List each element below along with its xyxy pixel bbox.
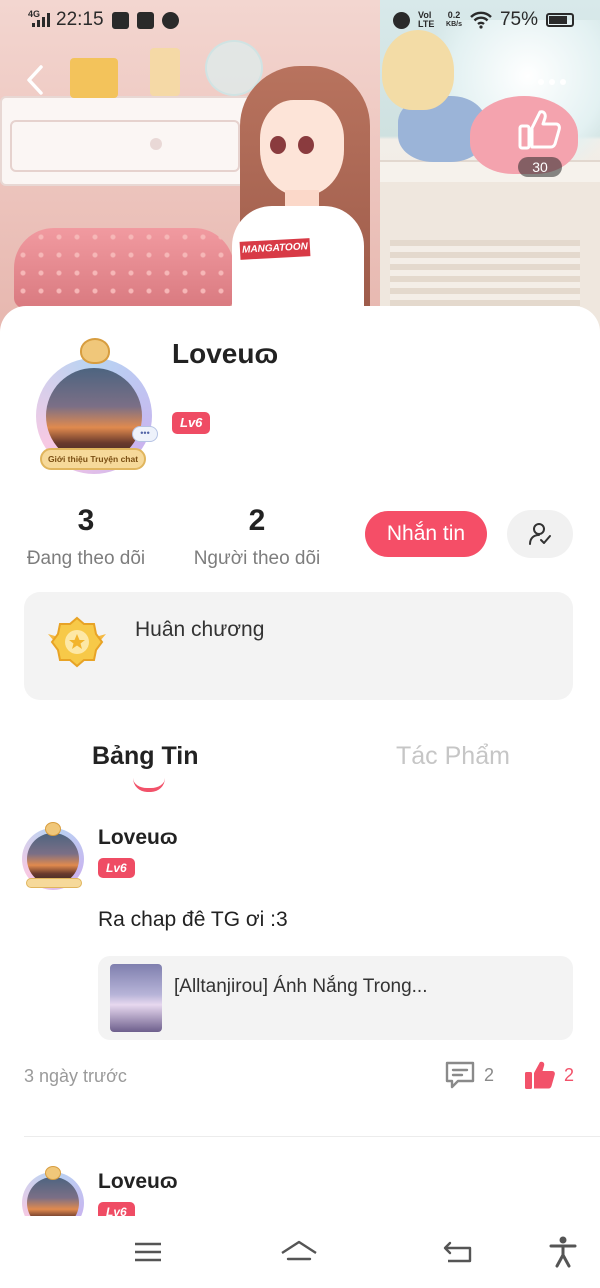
followers-label: Người theo dõi bbox=[193, 548, 321, 569]
comment-button[interactable]: 2 bbox=[444, 1060, 494, 1090]
wifi-icon bbox=[470, 11, 492, 29]
message-button[interactable]: Nhắn tin bbox=[365, 511, 487, 557]
cover-girl-eye bbox=[298, 136, 314, 154]
network-speed: 0.2 bbox=[447, 10, 461, 20]
post-timestamp: 3 ngày trước bbox=[24, 1066, 127, 1086]
level-badge: Lv6 bbox=[172, 412, 211, 434]
comment-icon bbox=[445, 1061, 475, 1089]
post-actions: 2 2 bbox=[444, 1060, 574, 1090]
cover-bear-head bbox=[382, 30, 454, 110]
post-author[interactable]: Loveuɷ bbox=[98, 1170, 178, 1194]
more-options-button[interactable] bbox=[530, 72, 574, 92]
battery-level: 75% bbox=[499, 9, 538, 30]
bear-icon bbox=[45, 1166, 61, 1180]
level-badge: Lv6 bbox=[98, 858, 135, 878]
status-time: 22:15 bbox=[56, 9, 104, 30]
cover-shirt-text: MANGATOON bbox=[239, 238, 311, 260]
profile-card: ••• Giới thiệu Truyện chat Loveuɷ Lv6 3 … bbox=[0, 306, 600, 1216]
profile-tabs: Bảng Tin Tác Phẩm bbox=[0, 734, 600, 794]
system-nav-bar bbox=[0, 1216, 600, 1288]
tab-feed[interactable]: Bảng Tin bbox=[92, 742, 198, 771]
like-button[interactable]: 2 bbox=[524, 1060, 574, 1090]
cover-gift-box bbox=[70, 58, 118, 98]
battery-icon bbox=[546, 13, 574, 27]
medal-section[interactable]: Huân chương bbox=[24, 592, 573, 700]
home-icon bbox=[281, 1240, 317, 1261]
back-arrow-icon bbox=[443, 1241, 472, 1263]
back-button[interactable] bbox=[20, 62, 50, 98]
alarm-icon bbox=[393, 11, 411, 29]
accessibility-icon bbox=[549, 1236, 577, 1268]
home-button[interactable] bbox=[277, 1232, 321, 1272]
back-nav-button[interactable] bbox=[436, 1232, 480, 1272]
cover-knob bbox=[150, 138, 162, 150]
facebook-icon bbox=[111, 11, 129, 29]
post-text: Ra chap đê TG ơi :3 bbox=[98, 908, 288, 931]
chevron-left-icon bbox=[27, 65, 43, 95]
linked-work-card[interactable]: [Alltanjirou] Ánh Nắng Trong... bbox=[98, 956, 573, 1040]
following-count: 3 bbox=[77, 504, 95, 537]
cover-stool bbox=[14, 228, 234, 308]
bear-icon bbox=[45, 822, 61, 836]
thumbs-up-icon bbox=[524, 1061, 555, 1089]
work-title: [Alltanjirou] Ánh Nắng Trong... bbox=[174, 976, 428, 997]
avatar[interactable]: ••• Giới thiệu Truyện chat bbox=[26, 336, 160, 474]
profile-like-count: 30 bbox=[518, 157, 562, 177]
comment-count: 2 bbox=[483, 1064, 494, 1085]
accessibility-button[interactable] bbox=[541, 1232, 585, 1272]
menu-icon bbox=[135, 1242, 161, 1262]
follow-status-button[interactable] bbox=[507, 510, 573, 558]
post-avatar[interactable] bbox=[20, 822, 90, 892]
active-tab-indicator bbox=[133, 778, 165, 792]
followers-stat[interactable]: 2 Người theo dõi bbox=[186, 504, 328, 570]
avatar-frame-ribbon bbox=[26, 878, 82, 888]
volte-indicator: Vol LTE bbox=[418, 10, 435, 29]
mail-icon bbox=[136, 11, 154, 29]
chat-icon bbox=[161, 11, 179, 29]
medal-badge-icon bbox=[48, 616, 106, 668]
cover-brush-cup bbox=[150, 48, 180, 96]
user-check-icon bbox=[529, 523, 551, 545]
more-dots-icon bbox=[549, 79, 555, 85]
thumbs-up-icon bbox=[518, 110, 561, 150]
post-author[interactable]: Loveuɷ bbox=[98, 826, 178, 850]
avatar-frame-caption: Giới thiệu Truyện chat bbox=[40, 448, 146, 470]
cover-girl-eye bbox=[270, 136, 286, 154]
status-bar: 4G 22:15 Vol LTE 0.2 KB/s 75% bbox=[0, 0, 600, 40]
following-label: Đang theo dõi bbox=[26, 548, 146, 569]
network-type: 4G bbox=[28, 8, 41, 19]
tab-works[interactable]: Tác Phẩm bbox=[396, 742, 510, 771]
post-divider bbox=[24, 1136, 600, 1137]
medal-label: Huân chương bbox=[135, 618, 265, 641]
cover-drawer bbox=[10, 120, 240, 172]
post-avatar[interactable] bbox=[20, 1166, 90, 1216]
following-stat[interactable]: 3 Đang theo dõi bbox=[20, 504, 152, 570]
cover-slats-left bbox=[390, 240, 470, 310]
like-count: 2 bbox=[563, 1064, 574, 1085]
work-cover-thumbnail bbox=[110, 964, 162, 1032]
profile-like-button[interactable]: 30 bbox=[512, 108, 568, 180]
level-badge: Lv6 bbox=[98, 1202, 135, 1216]
menu-button[interactable] bbox=[126, 1232, 170, 1272]
frame-bubble: ••• bbox=[132, 426, 158, 442]
network-speed-unit: KB/s bbox=[446, 21, 462, 28]
cover-slats-right bbox=[470, 240, 580, 310]
profile-username: Loveuɷ bbox=[172, 338, 279, 369]
profile-cover-image: MANGATOON bbox=[0, 0, 600, 340]
more-dots-icon bbox=[560, 79, 566, 85]
more-dots-icon bbox=[538, 79, 544, 85]
bear-icon bbox=[80, 338, 110, 364]
followers-count: 2 bbox=[248, 504, 266, 537]
